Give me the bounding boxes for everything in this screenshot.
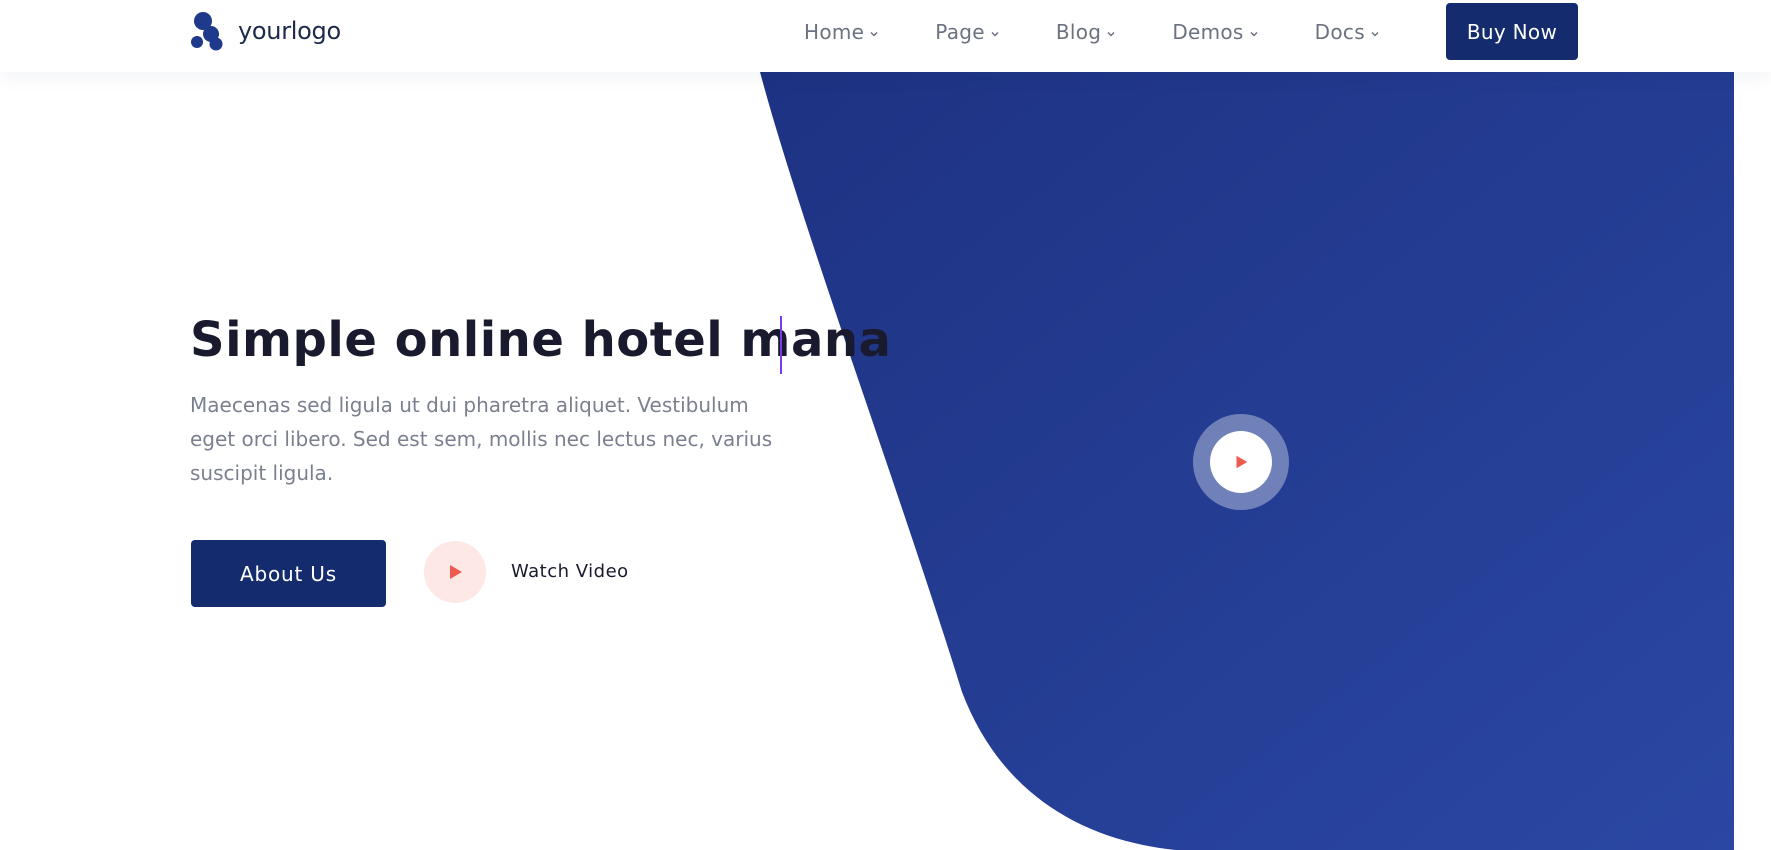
nav-item-docs[interactable]: Docs	[1315, 20, 1380, 44]
typing-caret	[780, 316, 782, 374]
nav-item-label: Docs	[1314, 20, 1365, 44]
chevron-down-icon	[1250, 31, 1258, 37]
buy-now-button[interactable]: Buy Now	[1446, 3, 1578, 60]
about-us-button[interactable]: About Us	[191, 540, 386, 607]
page-edge	[1734, 72, 1771, 850]
play-icon	[450, 565, 462, 579]
video-play-button[interactable]	[1193, 414, 1289, 510]
chevron-down-icon	[1371, 31, 1379, 37]
hero-title: Simple online hotel mana	[190, 312, 892, 368]
nav-item-label: Home	[804, 20, 865, 44]
logo-text: yourlogo	[238, 17, 341, 45]
play-icon	[1236, 455, 1248, 469]
nav-item-label: Demos	[1172, 20, 1244, 44]
nav-item-label: Blog	[1055, 20, 1102, 44]
nav-item-blog[interactable]: Blog	[1056, 20, 1116, 44]
video-play-button-inner	[1210, 431, 1272, 493]
nav-item-page[interactable]: Page	[935, 20, 1000, 44]
chevron-down-icon	[991, 31, 999, 37]
logo[interactable]: yourlogo	[190, 11, 341, 51]
nav-item-home[interactable]: Home	[804, 20, 879, 44]
site-header: yourlogo Home Page Blog Demos Docs Buy N…	[0, 0, 1771, 72]
chevron-down-icon	[1107, 31, 1115, 37]
page: yourlogo Home Page Blog Demos Docs Buy N…	[0, 0, 1771, 850]
hero-description: Maecenas sed ligula ut dui pharetra aliq…	[190, 393, 773, 485]
main-nav: Home Page Blog Demos Docs	[804, 0, 1380, 64]
logo-blobs-icon	[191, 12, 223, 51]
watch-video-link[interactable]: Watch Video	[511, 561, 629, 582]
chevron-down-icon	[870, 31, 878, 37]
nav-item-label: Page	[935, 20, 985, 44]
watch-video-play-button[interactable]	[424, 541, 486, 603]
nav-item-demos[interactable]: Demos	[1172, 20, 1258, 44]
